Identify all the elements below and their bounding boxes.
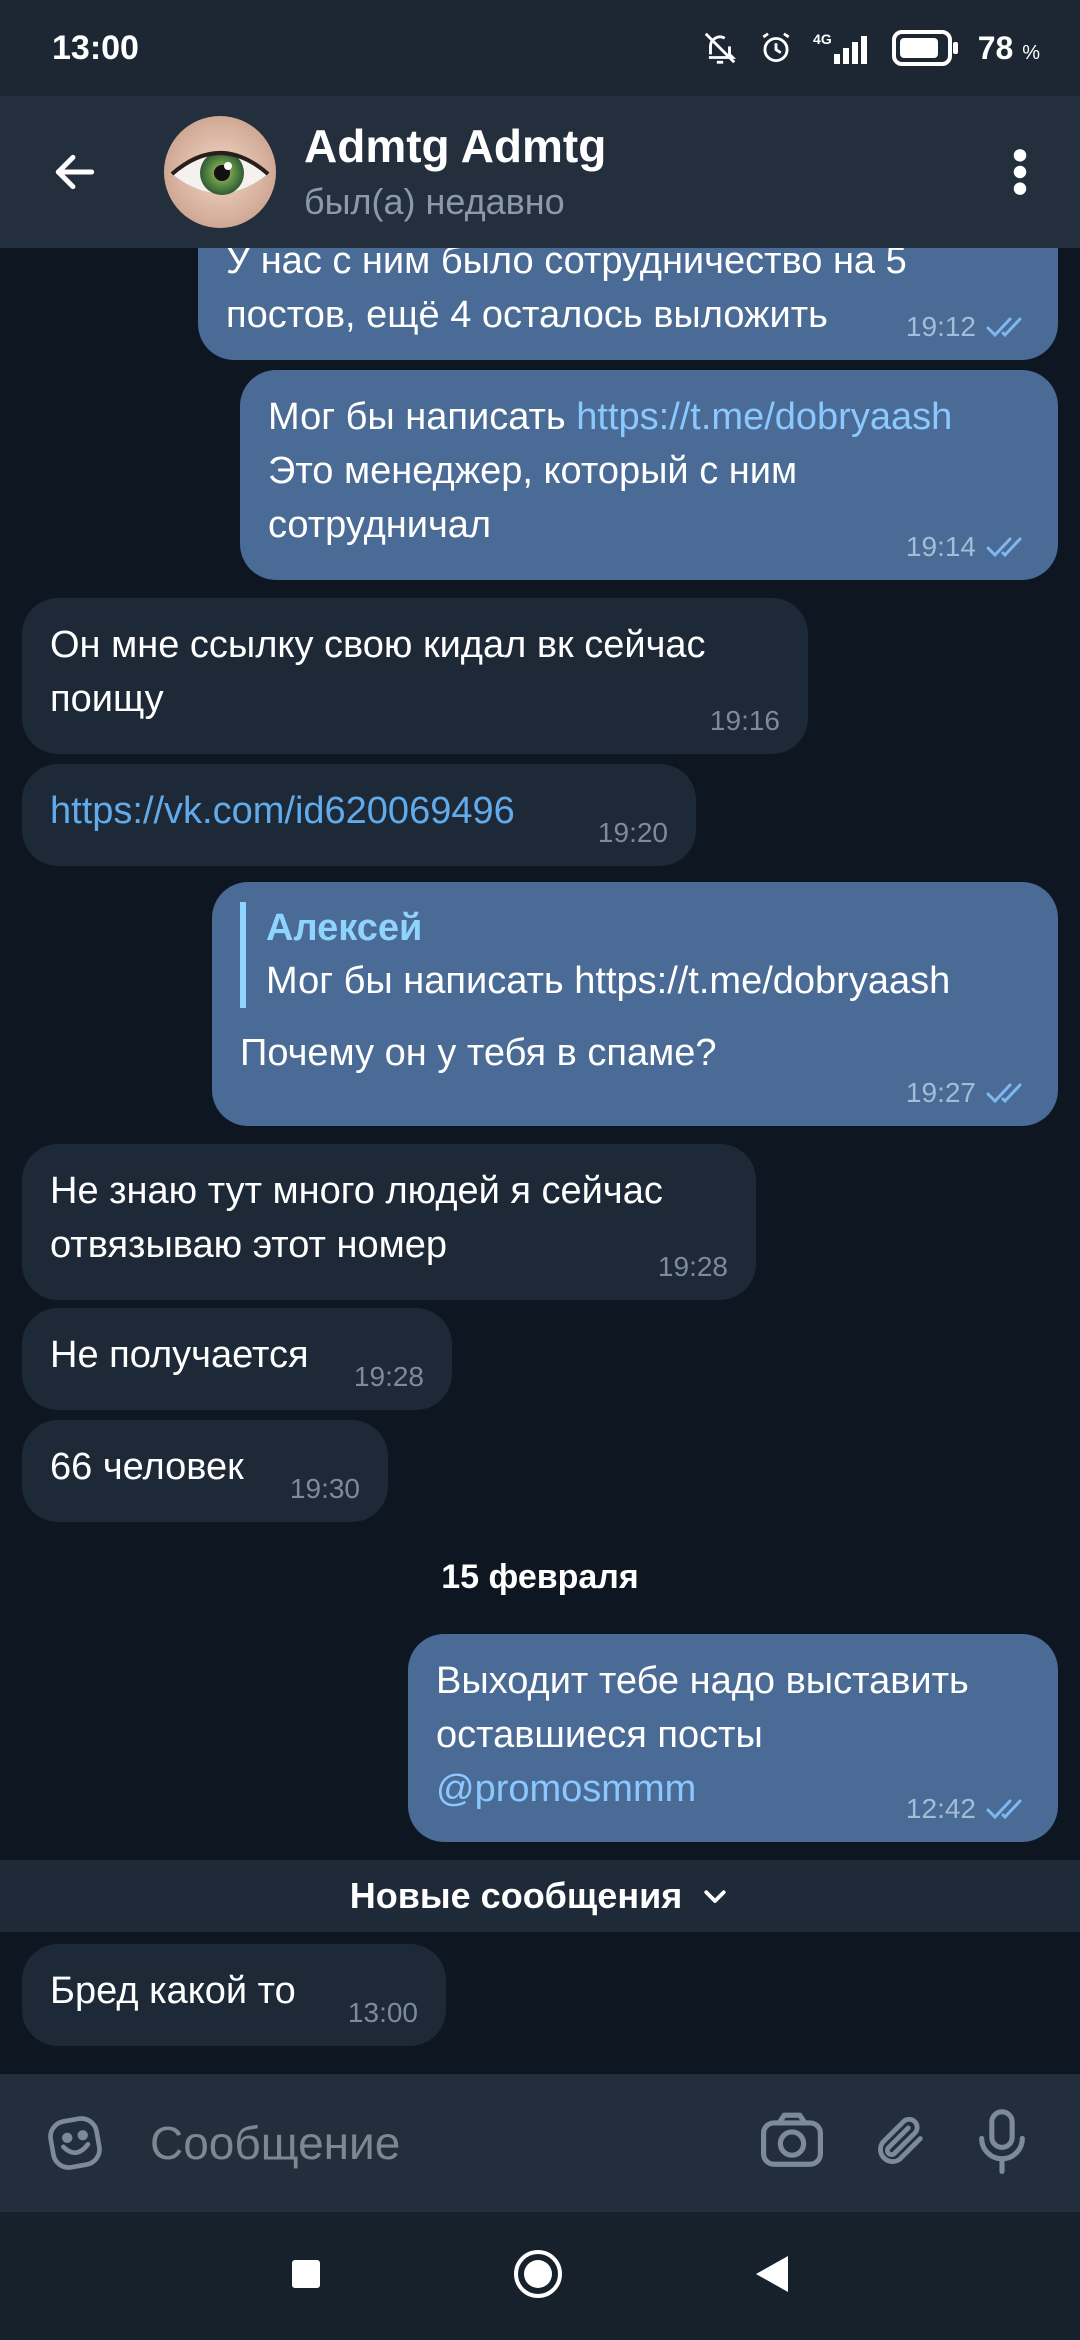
back-button[interactable] bbox=[0, 96, 150, 248]
battery-level: 78 % bbox=[977, 29, 1040, 66]
message-bubble-incoming[interactable]: Не знаю тут много людей я сейчас отвязыв… bbox=[22, 1144, 756, 1300]
message-meta: 19:20 bbox=[598, 816, 668, 850]
message-meta: 19:27 bbox=[906, 1076, 1030, 1110]
message-time: 19:20 bbox=[597, 817, 668, 848]
system-nav-bar bbox=[0, 2212, 1080, 2340]
double-check-icon bbox=[986, 1799, 1022, 1820]
message-link[interactable]: https://vk.com/id620069496 bbox=[50, 790, 515, 832]
double-check-icon bbox=[986, 537, 1022, 558]
back-nav-button[interactable] bbox=[754, 2254, 790, 2299]
emoji-button[interactable] bbox=[0, 2112, 150, 2174]
chat-status: был(а) недавно bbox=[304, 181, 565, 222]
chevron-down-icon bbox=[704, 1890, 726, 1903]
message-time: 19:12 bbox=[905, 311, 976, 342]
signal-icon: 4G bbox=[813, 32, 874, 64]
camera-icon bbox=[761, 2112, 823, 2167]
date-separator: 15 февраля bbox=[441, 1558, 639, 1596]
message-list[interactable]: У нас с ним было сотрудничество на 5 пос… bbox=[0, 248, 1080, 2074]
message-time: 19:16 bbox=[709, 705, 780, 736]
message-text: Мог бы написать https://t.me/dobryaash Э… bbox=[268, 396, 953, 546]
message-mention[interactable]: @promosmmm bbox=[436, 1768, 696, 1810]
message-meta: 19:30 bbox=[290, 1472, 360, 1506]
square-icon bbox=[292, 2259, 320, 2288]
message-text: https://vk.com/id620069496 bbox=[50, 784, 668, 838]
double-check-icon bbox=[986, 317, 1022, 338]
message-bubble-incoming[interactable]: 66 человек 19:30 bbox=[22, 1420, 388, 1522]
camera-button[interactable] bbox=[758, 2110, 826, 2177]
message-bubble-incoming[interactable]: Он мне ссылку свою кидал вк сейчас поищу… bbox=[22, 598, 808, 754]
chat-header: Admtg Admtg был(а) недавно bbox=[0, 96, 1080, 248]
status-icons: 4G 78 % bbox=[701, 29, 1040, 67]
message-bubble-outgoing[interactable]: У нас с ним было сотрудничество на 5 пос… bbox=[198, 248, 1058, 360]
message-composer bbox=[0, 2074, 1080, 2212]
more-vertical-icon bbox=[1013, 149, 1027, 195]
message-input[interactable] bbox=[150, 2093, 758, 2193]
paperclip-icon bbox=[878, 2116, 923, 2164]
message-meta: 13:00 bbox=[348, 1996, 418, 2030]
attach-button[interactable] bbox=[872, 2110, 930, 2177]
message-text: Почему он у тебя в спаме? bbox=[240, 1032, 717, 1074]
message-bubble-outgoing[interactable]: Алексей Мог бы написать https://t.me/dob… bbox=[212, 882, 1058, 1126]
message-meta: 12:42 bbox=[906, 1792, 1030, 1826]
message-bubble-incoming[interactable]: Не получается 19:28 bbox=[22, 1308, 452, 1410]
reply-author: Алексей bbox=[266, 907, 423, 949]
alarm-icon bbox=[757, 29, 795, 67]
message-meta: 19:16 bbox=[710, 704, 780, 738]
avatar[interactable] bbox=[164, 116, 276, 228]
message-time: 19:28 bbox=[353, 1361, 424, 1392]
message-time: 19:30 bbox=[289, 1473, 360, 1504]
microphone-icon bbox=[979, 2108, 1025, 2174]
message-time: 19:27 bbox=[905, 1077, 976, 1108]
message-meta: 19:12 bbox=[906, 310, 1030, 344]
eye-avatar-icon bbox=[164, 116, 276, 228]
header-text[interactable]: Admtg Admtg был(а) недавно bbox=[304, 118, 960, 226]
message-bubble-incoming[interactable]: Бред какой то 13:00 bbox=[22, 1944, 446, 2046]
message-meta: 19:14 bbox=[906, 530, 1030, 564]
emoji-icon bbox=[48, 2116, 102, 2170]
message-text: Не знаю тут много людей я сейчас отвязыв… bbox=[50, 1170, 663, 1266]
message-time: 13:00 bbox=[347, 1997, 418, 2028]
battery-icon bbox=[891, 30, 960, 66]
message-time: 19:14 bbox=[905, 531, 976, 562]
reply-quote[interactable]: Алексей Мог бы написать https://t.me/dob… bbox=[240, 902, 1030, 1008]
voice-button[interactable] bbox=[976, 2108, 1028, 2179]
network-type: 4G bbox=[813, 31, 832, 47]
message-bubble-outgoing[interactable]: Мог бы написать https://t.me/dobryaash Э… bbox=[240, 370, 1058, 580]
double-check-icon bbox=[986, 1083, 1022, 1104]
message-meta: 19:28 bbox=[354, 1360, 424, 1394]
more-menu-button[interactable] bbox=[960, 96, 1080, 248]
status-bar: 13:00 4G 78 % bbox=[0, 0, 1080, 96]
message-time: 19:28 bbox=[657, 1251, 728, 1282]
recents-button[interactable] bbox=[290, 2258, 322, 2295]
message-meta: 19:28 bbox=[658, 1250, 728, 1284]
triangle-back-icon bbox=[756, 2255, 788, 2292]
message-link[interactable]: https://t.me/dobryaash bbox=[576, 396, 952, 438]
new-messages-label: Новые сообщения bbox=[349, 1875, 683, 1916]
home-button[interactable] bbox=[512, 2248, 564, 2305]
reply-text: Мог бы написать https://t.me/dobryaash bbox=[266, 960, 951, 1002]
message-bubble-incoming[interactable]: https://vk.com/id620069496 19:20 bbox=[22, 764, 696, 866]
status-time: 13:00 bbox=[52, 28, 139, 67]
message-time: 12:42 bbox=[905, 1793, 976, 1824]
arrow-left-icon bbox=[55, 154, 95, 190]
mute-icon bbox=[701, 29, 739, 67]
new-messages-divider[interactable]: Новые сообщения bbox=[0, 1860, 1080, 1932]
circle-icon bbox=[514, 2249, 562, 2298]
composer-actions bbox=[758, 2108, 1028, 2179]
message-text: Он мне ссылку свою кидал вк сейчас поищу bbox=[50, 624, 706, 720]
chat-title: Admtg Admtg bbox=[304, 120, 607, 172]
message-bubble-outgoing[interactable]: Выходит тебе надо выставить оставшиеся п… bbox=[408, 1634, 1058, 1842]
